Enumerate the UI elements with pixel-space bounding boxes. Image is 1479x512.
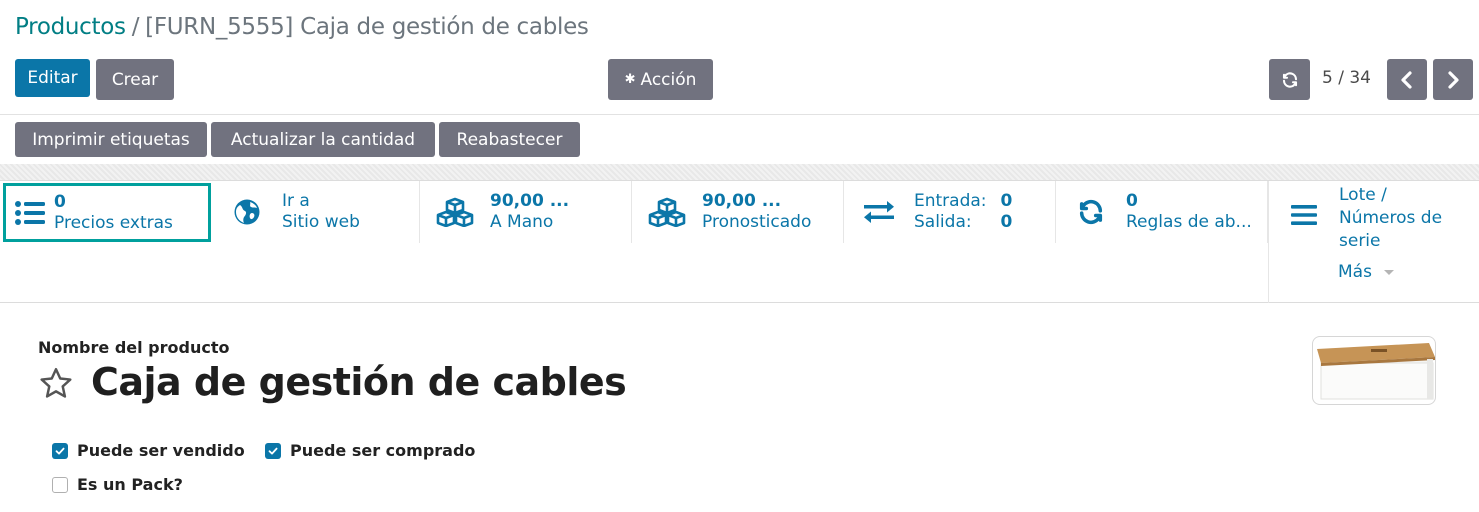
globe-icon [212, 199, 282, 225]
smart-button-bar: 0 Precios extras Ir a Sitio web 90,00 ..… [0, 180, 1479, 303]
cubes-icon [420, 197, 490, 227]
refresh-icon [1056, 198, 1126, 226]
reordering-rules-count: 0 [1126, 191, 1138, 211]
more-dropdown[interactable]: Más [1338, 262, 1394, 282]
website-line2: Sitio web [282, 212, 360, 232]
extra-prices-button[interactable]: 0 Precios extras [3, 183, 211, 242]
breadcrumb-products-link[interactable]: Productos [15, 14, 126, 40]
lots-line3: serie [1339, 231, 1381, 251]
update-quantity-button[interactable]: Actualizar la cantidad [211, 122, 435, 157]
replenish-button[interactable]: Reabastecer [439, 122, 580, 157]
gear-icon: ✱ [624, 72, 636, 87]
more-label: Más [1338, 262, 1372, 282]
on-hand-label: A Mano [490, 212, 554, 232]
is-pack-label: Es un Pack? [77, 475, 183, 494]
on-hand-qty: 90,00 ... [490, 191, 570, 211]
in-out-button[interactable]: Entrada: 0 Salida: 0 [844, 181, 1056, 243]
bars-icon [1269, 203, 1339, 227]
on-hand-button[interactable]: 90,00 ... A Mano [420, 181, 632, 243]
reordering-rules-button[interactable]: 0 Reglas de ab... [1056, 181, 1268, 243]
product-name-label: Nombre del producto [38, 338, 230, 357]
sheet-background [0, 164, 1479, 180]
forecasted-button[interactable]: 90,00 ... Pronosticado [632, 181, 844, 243]
create-button[interactable]: Crear [96, 59, 174, 100]
breadcrumb-separator: / [131, 14, 140, 40]
incoming-label: Entrada: [914, 191, 987, 211]
refresh-icon [1282, 71, 1297, 88]
website-line1: Ir a [282, 191, 310, 211]
lots-line2: Números de [1339, 208, 1443, 228]
forecasted-qty: 90,00 ... [702, 191, 782, 211]
divider [0, 114, 1479, 115]
chevron-right-icon [1448, 70, 1459, 89]
product-name[interactable]: Caja de gestión de cables [91, 360, 627, 404]
incoming-value: 0 [1000, 191, 1013, 211]
list-icon [6, 200, 54, 225]
breadcrumb-current: [FURN_5555] Caja de gestión de cables [145, 14, 589, 40]
extra-prices-count: 0 [54, 191, 66, 212]
sale-ok-label: Puede ser vendido [77, 441, 245, 460]
product-image[interactable] [1312, 336, 1436, 405]
print-labels-button[interactable]: Imprimir etiquetas [15, 122, 207, 157]
forecasted-label: Pronosticado [702, 212, 812, 232]
purchase-ok-label: Puede ser comprado [290, 441, 476, 460]
breadcrumb: Productos / [FURN_5555] Caja de gestión de… [15, 14, 589, 40]
checkbox-checked-icon[interactable] [265, 442, 281, 459]
checkbox-unchecked-icon[interactable] [52, 476, 68, 493]
sale-ok-checkbox[interactable]: Puede ser vendido [52, 441, 245, 460]
cubes-icon [632, 197, 702, 227]
lots-serial-button[interactable]: Lote / Números de serie [1268, 181, 1479, 303]
action-button[interactable]: ✱ Acción [608, 59, 713, 100]
previous-button[interactable] [1387, 59, 1427, 100]
caret-down-icon [1383, 269, 1394, 275]
action-label: Acción [640, 69, 697, 90]
pager-value[interactable]: 5 / 34 [1322, 68, 1371, 88]
exchange-icon [844, 200, 914, 224]
reordering-rules-label: Reglas de ab... [1126, 212, 1252, 232]
star-icon[interactable] [38, 366, 74, 405]
go-to-website-button[interactable]: Ir a Sitio web [212, 181, 420, 243]
outgoing-label: Salida: [914, 212, 972, 232]
outgoing-value: 0 [1000, 212, 1013, 232]
next-button[interactable] [1433, 59, 1473, 100]
lots-line1: Lote / [1339, 185, 1387, 205]
checkbox-checked-icon[interactable] [52, 442, 68, 459]
extra-prices-label: Precios extras [54, 212, 173, 233]
refresh-button[interactable] [1269, 59, 1310, 100]
edit-button[interactable]: Editar [15, 59, 90, 97]
chevron-left-icon [1401, 70, 1412, 89]
purchase-ok-checkbox[interactable]: Puede ser comprado [265, 441, 475, 460]
is-pack-checkbox[interactable]: Es un Pack? [52, 475, 183, 494]
